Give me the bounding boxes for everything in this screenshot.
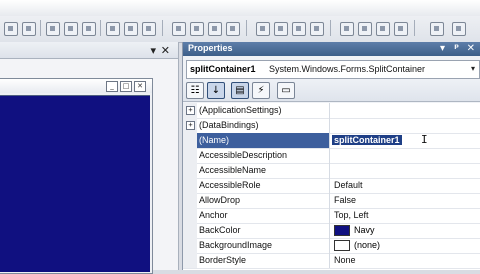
image-swatch xyxy=(334,240,350,251)
property-name: (DataBindings) xyxy=(199,120,259,130)
split-container-panel[interactable] xyxy=(0,95,150,272)
align-middle-icon[interactable] xyxy=(124,22,138,36)
property-value[interactable] xyxy=(329,103,480,118)
property-value[interactable]: False xyxy=(329,193,480,208)
property-name: AllowDrop xyxy=(199,195,241,205)
pin-icon[interactable]: ᵖ xyxy=(454,43,459,54)
toolbar-separator xyxy=(162,20,163,36)
designer-pane-header: ▾ ✕ xyxy=(0,42,178,59)
property-value[interactable]: (none) xyxy=(329,238,480,253)
center-horizontally-icon[interactable] xyxy=(430,22,444,36)
size-to-grid-icon[interactable] xyxy=(226,22,240,36)
property-value[interactable]: Top, Left xyxy=(329,208,480,223)
properties-title: Properties xyxy=(188,43,233,53)
property-name: AccessibleName xyxy=(199,165,267,175)
dropdown-icon[interactable]: ▾ xyxy=(440,43,445,54)
toolbar-separator xyxy=(100,20,101,36)
properties-title-bar: Properties ▾ ᵖ ✕ xyxy=(183,42,480,56)
property-value[interactable] xyxy=(329,118,480,133)
layout-tool-icon[interactable] xyxy=(4,22,18,36)
center-vertically-icon[interactable] xyxy=(452,22,466,36)
text-cursor-icon: I xyxy=(421,133,428,146)
toolbar-separator xyxy=(414,20,415,36)
property-value[interactable] xyxy=(329,148,480,163)
properties-icon[interactable]: ▤ xyxy=(231,82,249,99)
property-value[interactable] xyxy=(329,163,480,178)
property-pages-icon[interactable]: ▭ xyxy=(277,82,295,99)
same-size-icon[interactable] xyxy=(208,22,222,36)
property-row[interactable]: BackColor Navy xyxy=(183,223,480,239)
categorized-icon[interactable]: ☷ xyxy=(186,82,204,99)
object-type: System.Windows.Forms.SplitContainer xyxy=(269,64,426,74)
v-spacing-remove-icon[interactable] xyxy=(394,22,408,36)
color-swatch xyxy=(334,225,350,236)
property-name: BackgroundImage xyxy=(199,240,273,250)
events-icon[interactable]: ⚡ xyxy=(252,82,270,99)
toolbar-separator xyxy=(40,20,41,36)
same-width-icon[interactable] xyxy=(172,22,186,36)
maximize-icon[interactable]: □ xyxy=(120,81,132,92)
property-row[interactable]: BackgroundImage (none) xyxy=(183,238,480,254)
property-row[interactable]: AccessibleName xyxy=(183,163,480,179)
layout-tool-icon[interactable] xyxy=(22,22,36,36)
property-value[interactable]: None xyxy=(329,253,480,268)
designer-pane: ▾ ✕ _ □ ✕ xyxy=(0,42,179,274)
close-icon[interactable]: ✕ xyxy=(161,44,170,57)
form-title-bar[interactable]: _ □ ✕ xyxy=(0,79,152,93)
object-name: splitContainer1 xyxy=(190,64,256,74)
align-left-icon[interactable] xyxy=(46,22,60,36)
property-name: (ApplicationSettings) xyxy=(199,105,282,115)
property-row[interactable]: AccessibleRole Default xyxy=(183,178,480,194)
property-row-selected[interactable]: (Name) splitContainer1 I xyxy=(183,133,480,149)
alphabetical-icon[interactable]: ↓ xyxy=(207,82,225,99)
same-height-icon[interactable] xyxy=(190,22,204,36)
align-center-icon[interactable] xyxy=(64,22,78,36)
h-spacing-icon[interactable] xyxy=(256,22,270,36)
h-spacing-remove-icon[interactable] xyxy=(310,22,324,36)
menu-strip xyxy=(0,0,480,16)
dropdown-icon[interactable]: ▾ xyxy=(150,44,156,57)
h-spacing-increase-icon[interactable] xyxy=(274,22,288,36)
close-icon[interactable]: ✕ xyxy=(134,81,146,92)
align-top-icon[interactable] xyxy=(106,22,120,36)
property-row[interactable]: AllowDrop False xyxy=(183,193,480,209)
chevron-down-icon[interactable]: ▾ xyxy=(471,64,475,73)
object-selector[interactable]: splitContainer1 System.Windows.Forms.Spl… xyxy=(186,60,480,79)
properties-toolbar: ☷ ↓ ▤ ⚡ ▭ xyxy=(183,79,480,102)
property-name: BorderStyle xyxy=(199,255,247,265)
align-bottom-icon[interactable] xyxy=(142,22,156,36)
property-name: AccessibleDescription xyxy=(199,150,288,160)
minimize-icon[interactable]: _ xyxy=(106,81,118,92)
property-name: Anchor xyxy=(199,210,228,220)
align-right-icon[interactable] xyxy=(82,22,96,36)
close-icon[interactable]: ✕ xyxy=(467,43,475,54)
v-spacing-increase-icon[interactable] xyxy=(358,22,372,36)
property-value-input[interactable]: splitContainer1 xyxy=(329,133,480,148)
property-name: (Name) xyxy=(199,135,230,145)
property-row[interactable]: Anchor Top, Left xyxy=(183,208,480,224)
properties-window: Properties ▾ ᵖ ✕ splitContainer1 System.… xyxy=(182,42,480,270)
v-spacing-decrease-icon[interactable] xyxy=(376,22,390,36)
toolbar-separator xyxy=(330,20,331,36)
property-row[interactable]: + (ApplicationSettings) xyxy=(183,103,480,119)
expand-icon[interactable]: + xyxy=(186,121,195,130)
property-value[interactable]: Default xyxy=(329,178,480,193)
v-spacing-icon[interactable] xyxy=(340,22,354,36)
h-spacing-decrease-icon[interactable] xyxy=(292,22,306,36)
property-name: BackColor xyxy=(199,225,241,235)
property-row[interactable]: AccessibleDescription xyxy=(183,148,480,164)
toolbar-separator xyxy=(246,20,247,36)
main-toolbar xyxy=(0,0,480,43)
name-value: splitContainer1 xyxy=(332,135,402,145)
property-row[interactable]: + (DataBindings) xyxy=(183,118,480,134)
property-name: AccessibleRole xyxy=(199,180,261,190)
property-row[interactable]: BorderStyle None xyxy=(183,253,480,269)
property-grid: + (ApplicationSettings) + (DataBindings)… xyxy=(183,103,480,270)
property-value[interactable]: Navy xyxy=(329,223,480,238)
form-designer-window[interactable]: _ □ ✕ xyxy=(0,78,153,274)
expand-icon[interactable]: + xyxy=(186,106,195,115)
